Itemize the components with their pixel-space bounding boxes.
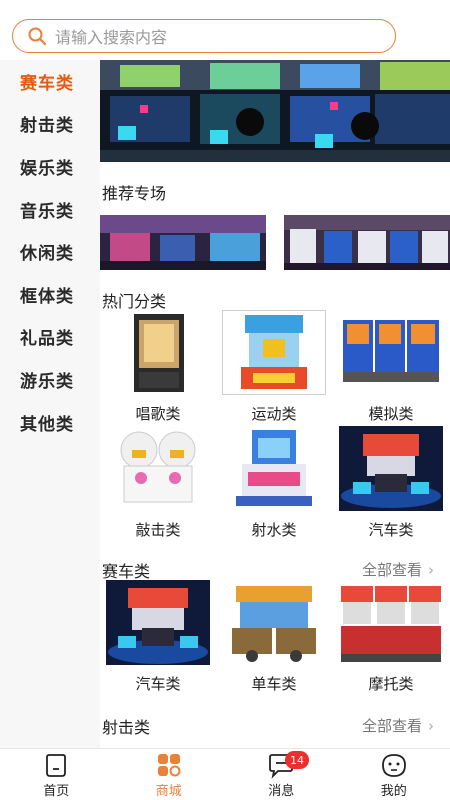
- sidebar-item-music[interactable]: 音乐类: [0, 188, 100, 231]
- racing-item-motorcycle[interactable]: 摩托类: [339, 580, 443, 694]
- simulation-machine-image: [339, 310, 443, 395]
- singing-booth-image: [106, 310, 210, 395]
- message-count-badge: 14: [285, 751, 309, 769]
- car-game-image: [339, 426, 443, 511]
- tab-profile[interactable]: 我的: [338, 749, 450, 800]
- racing-item-label: 单车类: [251, 675, 297, 693]
- hot-category-singing[interactable]: 唱歌类: [106, 310, 210, 424]
- hitting-machine-image: [106, 426, 210, 511]
- hot-category-label: 运动类: [251, 405, 297, 423]
- hot-category-simulation[interactable]: 模拟类: [339, 310, 443, 424]
- search-input[interactable]: 请输入搜索内容: [12, 19, 396, 53]
- search-header: 请输入搜索内容: [0, 0, 450, 60]
- sidebar-item-amusement[interactable]: 游乐类: [0, 358, 100, 401]
- sidebar-item-shooting[interactable]: 射击类: [0, 103, 100, 146]
- bicycle-racing-image: [222, 580, 326, 665]
- chevron-right-icon: ›: [428, 717, 434, 735]
- hot-category-label: 敲击类: [135, 521, 181, 539]
- profile-icon: [381, 754, 406, 777]
- racing-item-car[interactable]: 汽车类: [106, 580, 210, 694]
- racing-item-label: 汽车类: [135, 675, 181, 693]
- sidebar-item-other[interactable]: 其他类: [0, 401, 100, 444]
- chevron-right-icon: ›: [428, 561, 434, 579]
- tab-home[interactable]: 首页: [0, 749, 113, 800]
- sidebar-item-leisure[interactable]: 休闲类: [0, 230, 100, 273]
- shooting-view-all-link[interactable]: 全部查看 ›: [362, 715, 434, 736]
- racing-item-label: 摩托类: [368, 675, 414, 693]
- racing-item-bicycle[interactable]: 单车类: [222, 580, 326, 694]
- hot-category-label: 唱歌类: [135, 405, 181, 423]
- tab-label: 首页: [43, 784, 70, 799]
- bottom-tab-bar: 首页 商城 14 消息 我的: [0, 748, 450, 800]
- tab-label: 我的: [380, 784, 407, 799]
- hot-category-label: 模拟类: [368, 405, 414, 423]
- sidebar-item-gift[interactable]: 礼品类: [0, 316, 100, 359]
- hot-category-sports[interactable]: 运动类: [222, 310, 326, 424]
- water-shooting-image: [222, 426, 326, 511]
- recommend-title: 推荐专场: [102, 184, 167, 203]
- hot-category-car[interactable]: 汽车类: [339, 426, 443, 540]
- search-placeholder: 请输入搜索内容: [55, 28, 168, 47]
- promo-image-2[interactable]: [284, 215, 450, 270]
- hot-category-hitting[interactable]: 敲击类: [106, 426, 210, 540]
- tab-messages[interactable]: 14 消息: [225, 749, 338, 800]
- tab-label: 消息: [268, 784, 295, 799]
- view-all-label: 全部查看: [361, 717, 422, 735]
- banner-image[interactable]: [100, 60, 450, 162]
- hot-categories-title: 热门分类: [102, 292, 167, 311]
- view-all-label: 全部查看: [361, 561, 422, 579]
- home-icon: [46, 754, 67, 777]
- sidebar-item-racing[interactable]: 赛车类: [0, 60, 100, 103]
- sidebar-item-entertainment[interactable]: 娱乐类: [0, 145, 100, 188]
- mall-icon: [157, 754, 181, 777]
- racing-view-all-link[interactable]: 全部查看 ›: [362, 559, 434, 580]
- hot-category-water-shooting[interactable]: 射水类: [222, 426, 326, 540]
- car-racing-image: [106, 580, 210, 665]
- sidebar-item-cabinet[interactable]: 框体类: [0, 273, 100, 316]
- hot-category-label: 射水类: [251, 521, 297, 539]
- promo-image-1[interactable]: [100, 215, 266, 270]
- shooting-section-title: 射击类: [102, 718, 151, 737]
- tab-label: 商城: [155, 784, 182, 799]
- motorcycle-racing-image: [339, 580, 443, 665]
- search-icon: [28, 27, 47, 46]
- sports-machine-image: [222, 310, 326, 395]
- category-content: 推荐专场 热门分类 唱歌类 运动类 模拟类 敲击类 射水类 汽车类 赛车类 全部…: [100, 60, 450, 750]
- racing-section-title: 赛车类: [102, 562, 151, 581]
- tab-mall[interactable]: 商城: [113, 749, 226, 800]
- hot-category-label: 汽车类: [368, 521, 414, 539]
- app-root: 请输入搜索内容 赛车类 射击类 娱乐类 音乐类 休闲类 框体类 礼品类 游乐类 …: [0, 0, 450, 800]
- category-sidebar: 赛车类 射击类 娱乐类 音乐类 休闲类 框体类 礼品类 游乐类 其他类: [0, 60, 100, 750]
